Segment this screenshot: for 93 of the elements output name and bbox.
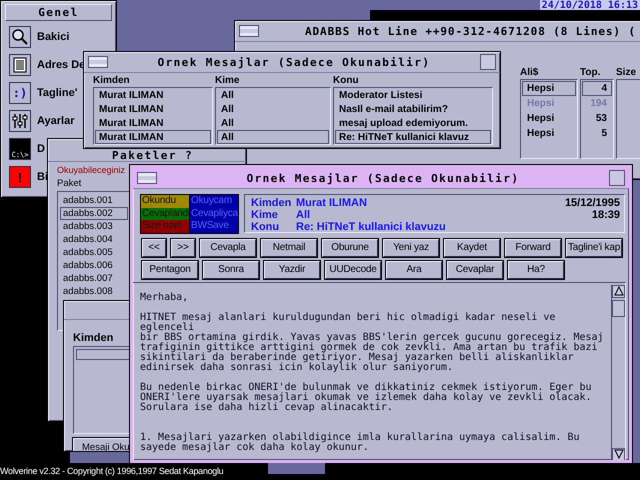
list-item[interactable]: adabbs.004 (60, 233, 128, 246)
message-paragraph: HITNET mesaj alanlari kuruldugundan beri hic olmadigi kadar neseli ve eglenceli bir BBS ortamina girdik. Yavas yavas BBS'lerin gercek gucunu gorecegiz. Mesaj trafiginin gittikce arttigini gormek de cok zevkli. Ama artan bu trafik bazi sikintilari da beraberinde getiriyor. Mesaj yazarken belli aliskanliklar edinirsek daha sonrasi icin kolaylik olur saniyorum. (140, 312, 605, 372)
field-label: Kimden (73, 332, 114, 346)
list-item[interactable]: All (217, 116, 329, 130)
list-item[interactable]: adabbs.007 (60, 272, 128, 285)
list-item[interactable]: adabbs.005 (60, 246, 128, 259)
status-legend: Cevapliyca (190, 208, 238, 220)
message-paragraph: Bu nedenle birkac ONERI'de bulunmak ve dikkatiniz cekmek istiyorum. Eger bu ONERI'lere uyarsak mesajlari okumak ve izlemek daha kolay ve zevkli olacak. Sorulara ise daha hizli cevap alinacaktir. (140, 382, 593, 412)
column-header: Size (616, 67, 638, 79)
list-item[interactable]: Murat ILIMAN (95, 102, 211, 116)
column-header: Konu (333, 75, 360, 87)
toolbar-button[interactable]: Pentagon (142, 260, 198, 278)
toolbar-button[interactable]: Yeni yaz (383, 238, 439, 256)
menu-item[interactable]: Tagline' (37, 87, 78, 99)
column-header: Top. (580, 67, 602, 79)
list-item[interactable]: Murat ILIMAN (95, 116, 211, 130)
date-text: 18:39 (592, 209, 620, 221)
maximize-button[interactable] (480, 54, 496, 70)
menu-item[interactable]: Ayarlar (37, 115, 75, 127)
list-item[interactable]: adabbs.008 (60, 285, 128, 298)
field-label: Kimden (251, 197, 292, 209)
window-title: Ornek Mesajlar (Sadece Okunabilir) (156, 56, 432, 68)
status-legend: Okuycam (190, 195, 238, 208)
field-label: Paket (57, 177, 82, 191)
alert-icon[interactable]: ! (9, 166, 31, 188)
field-label: Kime (251, 209, 279, 221)
window-title: Paketler ? (111, 150, 194, 161)
maximize-button[interactable] (609, 170, 625, 186)
toolbar-button[interactable]: Ha? (508, 260, 564, 278)
toolbar-button[interactable]: Oburune (322, 238, 378, 256)
window-title: Genel (5, 4, 112, 21)
menu-item[interactable]: D (37, 143, 45, 155)
scroll-thumb[interactable] (612, 300, 625, 316)
date-text: 15/12/1995 (564, 197, 620, 209)
window-title: Ornek Mesajlar (Sadece Okunabilir) (246, 172, 520, 184)
list-item[interactable]: adabbs.002 (60, 207, 128, 220)
status-legend: BWSave (190, 220, 238, 232)
sliders-icon[interactable] (9, 110, 31, 132)
toolbar-button[interactable]: Ara (386, 260, 442, 278)
minimize-button[interactable] (239, 25, 259, 37)
minimize-button[interactable] (137, 172, 157, 184)
search-icon[interactable] (9, 26, 31, 48)
list-item[interactable]: Re: HiTNeT kullanici klavuz (335, 130, 491, 144)
list-item[interactable]: 4 (582, 81, 612, 96)
toolbar-button[interactable]: Cevaplar (447, 260, 503, 278)
list-item[interactable]: adabbs.003 (60, 220, 128, 233)
toolbar-button[interactable]: Yazdir (264, 260, 320, 278)
list-item[interactable]: Moderator Listesi (335, 88, 491, 102)
toolbar-button[interactable]: Forward (505, 238, 561, 256)
window-title: ADABBS Hot Line ++90-312-4671208 (8 Lines) ( (304, 24, 637, 38)
clock: 24/10/2018 16:13 (540, 0, 640, 10)
column-header: Kime (215, 75, 240, 87)
status-legend: Okundu (141, 195, 189, 208)
list-item[interactable]: Hepsi (522, 126, 576, 141)
scroll-up-button[interactable] (612, 284, 625, 298)
menu-item[interactable]: Bakici (37, 31, 70, 43)
list-item[interactable]: NasIl e-mail atabilirim? (335, 102, 491, 116)
toolbar-button[interactable]: Tagline'i kap (566, 238, 622, 256)
field-value: All (296, 209, 312, 221)
toolbar-button[interactable]: Cevapla (200, 238, 256, 256)
notice-text: Okuyabileceginiz (57, 164, 126, 177)
scroll-down-button[interactable] (612, 448, 625, 460)
toolbar-button[interactable]: UUDecode (325, 260, 381, 278)
smiley-icon[interactable]: :) (9, 82, 31, 104)
toolbar-button[interactable]: Netmail (261, 238, 317, 256)
list-item[interactable]: mesaj upload edemiyorum. (335, 116, 491, 130)
toolbar-button[interactable]: >> (171, 238, 195, 256)
list-item[interactable]: Murat ILIMAN (95, 130, 211, 144)
column-header: Kimden (93, 75, 131, 87)
list-item[interactable]: Hepsi (522, 111, 576, 126)
list-item[interactable]: All (217, 130, 329, 144)
list-item[interactable]: 53 (582, 111, 612, 126)
toolbar-button[interactable]: Sonra (203, 260, 259, 278)
document-icon[interactable] (9, 54, 31, 76)
status-legend: Size ozel (141, 220, 189, 232)
list-item[interactable]: adabbs.006 (60, 259, 128, 272)
status-text: Wolverine v2.32 - Copyright (c) 1996,1997 Sedat Kapanoglu (0, 466, 224, 476)
message-paragraph: 1. Mesajlari yazarken olabildigince imla kurallarina uymaya calisalim. Bu sayede mesajlar cok daha kolay okunur. (140, 432, 580, 452)
toolbar-button[interactable]: Kaydet (444, 238, 500, 256)
field-value: Murat ILIMAN (296, 197, 368, 209)
field-label: Konu (251, 221, 280, 233)
list-item[interactable]: 5 (582, 126, 612, 141)
list-item[interactable]: Murat ILIMAN (95, 88, 211, 102)
toolbar-button[interactable]: << (142, 238, 166, 256)
field-value: Re: HiTNeT kullanici klavuzu (296, 221, 447, 233)
column-header: Ali$ (520, 67, 540, 79)
message-paragraph: Merhaba, (140, 292, 190, 302)
list-item[interactable]: Hepsi (522, 81, 576, 96)
status-legend: Cevaplandi (141, 208, 189, 220)
minimize-button[interactable] (88, 56, 108, 68)
list-item[interactable]: adabbs.001 (60, 194, 128, 207)
list-item[interactable]: All (217, 102, 329, 116)
list-item[interactable]: All (217, 88, 329, 102)
